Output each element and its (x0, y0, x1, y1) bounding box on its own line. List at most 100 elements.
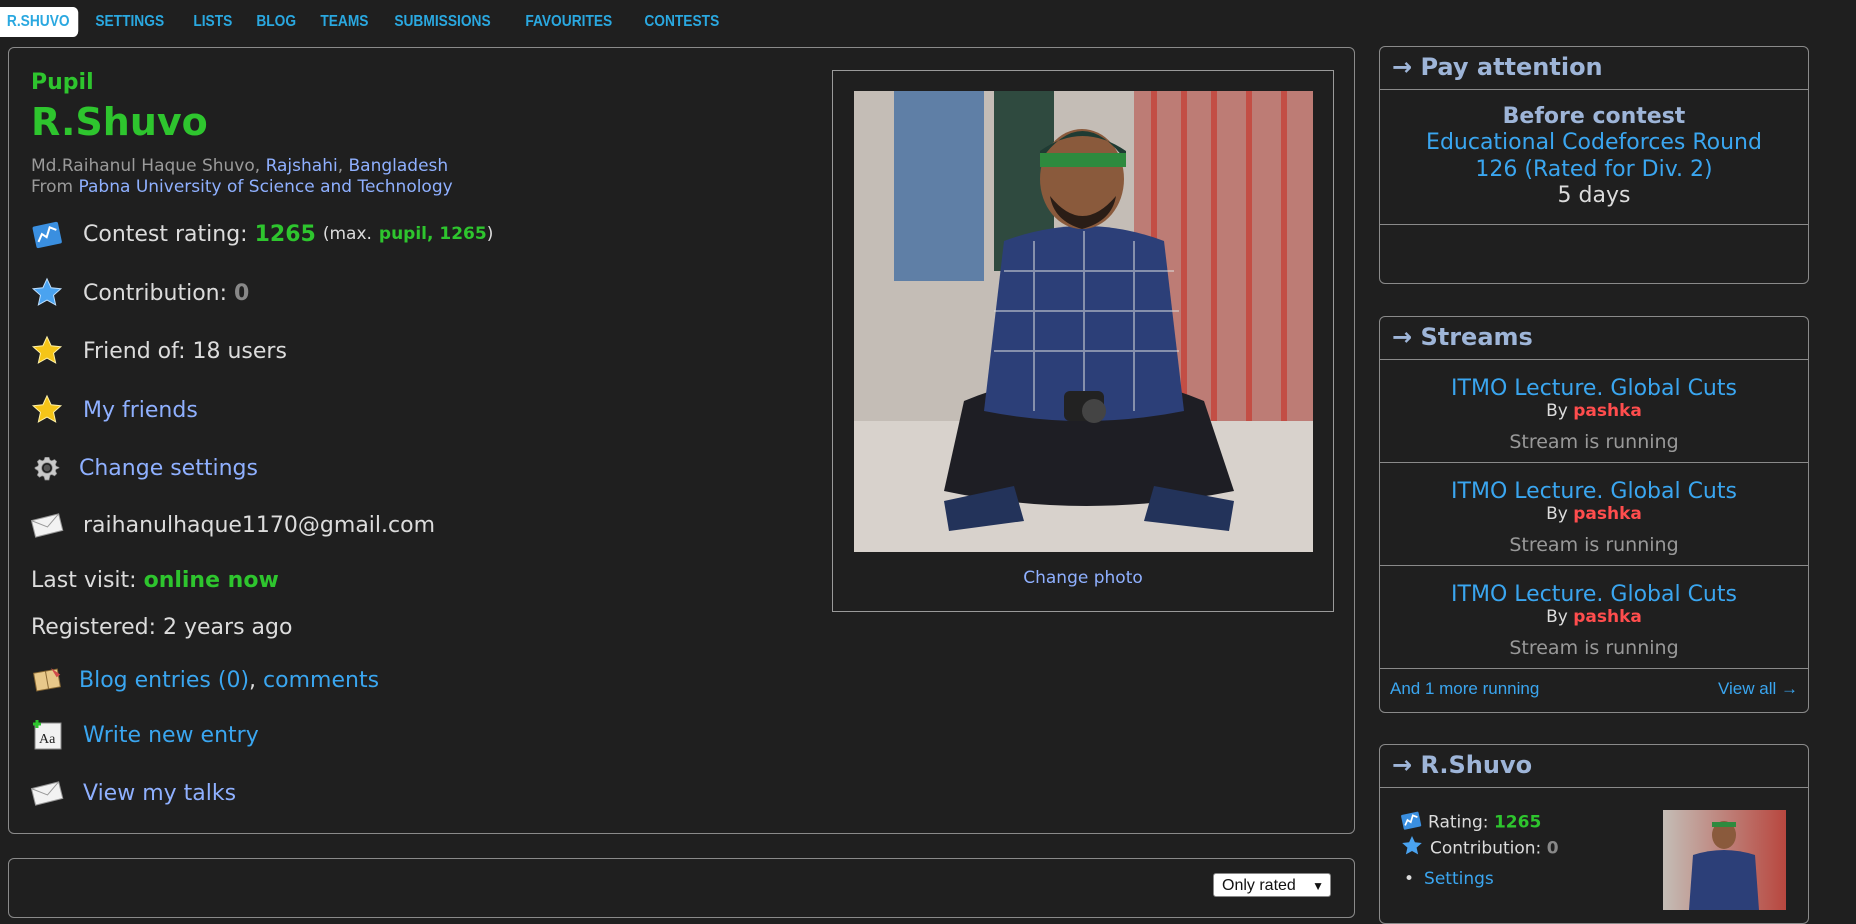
stream-by: By pashka (1380, 504, 1808, 524)
tab-lists[interactable]: LISTS (183, 7, 243, 37)
write-entry-row[interactable]: Aa Write new entry (29, 717, 259, 753)
my-friends-link[interactable]: My friends (83, 398, 198, 423)
tab-profile[interactable]: R.SHUVO (0, 7, 79, 37)
streams-footer: And 1 more running View all → (1380, 669, 1808, 713)
organization-link[interactable]: Pabna University of Science and Technolo… (79, 177, 453, 197)
contribution-row: Contribution: 0 (29, 275, 249, 311)
change-settings-link[interactable]: Change settings (79, 456, 258, 481)
tab-settings[interactable]: SETTINGS (85, 7, 174, 37)
chevron-down-icon: ▼ (1312, 879, 1324, 893)
contribution-value: 0 (234, 280, 250, 306)
rating-history-box: Only rated ▼ (8, 858, 1355, 918)
blog-entries-link[interactable]: Blog entries (0) (79, 668, 249, 693)
rating-filter-value: Only rated (1222, 877, 1296, 894)
change-settings-row[interactable]: Change settings (29, 450, 258, 486)
last-visit-value: online now (143, 568, 279, 593)
user-summary-contribution: Contribution: 0 (1400, 834, 1559, 863)
stream-title-link[interactable]: ITMO Lecture. Global Cuts (1380, 376, 1808, 401)
blue-star-icon (1400, 834, 1424, 863)
stream-item: ITMO Lecture. Global Cuts By pashka Stre… (1380, 566, 1808, 669)
user-rank: Pupil (31, 70, 94, 95)
stream-item: ITMO Lecture. Global Cuts By pashka Stre… (1380, 463, 1808, 566)
stream-author-link[interactable]: pashka (1573, 504, 1642, 524)
rating-chart-icon (29, 216, 65, 252)
profile-box: Pupil R.Shuvo Md.Raihanul Haque Shuvo, R… (8, 47, 1355, 834)
rating-filter-select[interactable]: Only rated ▼ (1213, 873, 1331, 897)
registered-text: Registered: 2 years ago (31, 615, 293, 640)
before-contest-label: Before contest (1502, 104, 1686, 129)
last-visit-label: Last visit: (31, 568, 137, 593)
tab-blog[interactable]: BLOG (246, 7, 306, 37)
user-summary-menu: • Settings (1404, 869, 1494, 889)
write-entry-link[interactable]: Write new entry (83, 723, 259, 748)
tab-teams[interactable]: TEAMS (310, 7, 379, 37)
blog-book-icon (29, 662, 65, 698)
email-text: raihanulhaque1170@gmail.com (83, 512, 435, 538)
stream-title-link[interactable]: ITMO Lecture. Global Cuts (1380, 479, 1808, 504)
more-streams-link[interactable]: And 1 more running (1390, 679, 1539, 699)
contest-link[interactable]: Educational Codeforces Round 126 (Rated … (1380, 129, 1808, 183)
stream-status: Stream is running (1509, 534, 1679, 556)
stream-by-label: By (1546, 607, 1568, 627)
stream-item: ITMO Lecture. Global Cuts By pashka Stre… (1380, 360, 1808, 463)
tab-favourites[interactable]: FAVOURITES (515, 7, 623, 37)
bullet-icon: • (1404, 869, 1415, 889)
user-summary-rating-value: 1265 (1493, 812, 1542, 833)
friend-of-row: Friend of: 18 users (29, 333, 287, 369)
streams-box: → Streams ITMO Lecture. Global Cuts By p… (1379, 316, 1809, 713)
from-label: From (31, 177, 74, 197)
user-summary-avatar[interactable] (1663, 810, 1786, 910)
stream-title-link[interactable]: ITMO Lecture. Global Cuts (1380, 582, 1808, 607)
stream-by-label: By (1546, 401, 1568, 421)
blue-star-icon (29, 275, 65, 311)
user-summary-rating: Rating: 1265 (1400, 809, 1541, 836)
gold-star-icon (29, 333, 65, 369)
last-visit-row: Last visit: online now (31, 568, 279, 593)
profile-nav-tabs: R.SHUVO SETTINGS LISTS BLOG TEAMS SUBMIS… (0, 6, 739, 38)
tab-submissions[interactable]: SUBMISSIONS (384, 7, 501, 37)
user-summary-box: → R.Shuvo Rating: 1265 Contribution: 0 •… (1379, 744, 1809, 924)
svg-text:Aa: Aa (39, 732, 56, 747)
city-link[interactable]: Rajshahi (266, 156, 338, 176)
user-summary-title: → R.Shuvo (1380, 745, 1808, 788)
stream-author-link[interactable]: pashka (1573, 607, 1642, 627)
view-talks-row[interactable]: View my talks (29, 775, 236, 811)
contest-rating-label: Contest rating: (83, 221, 248, 247)
user-summary-settings-link[interactable]: Settings (1424, 869, 1494, 889)
stream-author-link[interactable]: pashka (1573, 401, 1642, 421)
gear-icon (29, 450, 65, 486)
view-all-streams-link[interactable]: View all → (1718, 679, 1798, 699)
tab-contests[interactable]: CONTESTS (634, 7, 730, 37)
user-summary-contribution-label: Contribution: (1430, 838, 1542, 859)
contest-countdown: 5 days (1557, 183, 1631, 208)
avatar-frame: Change photo (832, 70, 1334, 612)
change-photo-link[interactable]: Change photo (833, 568, 1333, 588)
contest-notice: Before contest Educational Codeforces Ro… (1380, 90, 1808, 225)
user-handle: R.Shuvo (31, 100, 208, 144)
email-row: raihanulhaque1170@gmail.com (29, 507, 435, 543)
contest-rating-value: 1265 (254, 221, 316, 247)
new-entry-icon: Aa (29, 717, 65, 753)
envelope-icon (29, 507, 65, 543)
avatar (854, 91, 1313, 552)
stream-by: By pashka (1380, 607, 1808, 627)
pay-attention-box: → Pay attention Before contest Education… (1379, 46, 1809, 284)
country-link[interactable]: Bangladesh (349, 156, 449, 176)
max-suffix: ) (486, 224, 494, 244)
stream-by-label: By (1546, 504, 1568, 524)
user-full-name: Md.Raihanul Haque Shuvo (31, 156, 255, 176)
max-rank: pupil, 1265 (378, 224, 487, 244)
user-meta: Md.Raihanul Haque Shuvo, Rajshahi, Bangl… (31, 156, 453, 197)
friend-of-text: Friend of: 18 users (83, 338, 287, 364)
max-prefix: (max. (322, 224, 372, 244)
contest-rating-row: Contest rating: 1265 (max. pupil, 1265 ) (29, 216, 493, 252)
rating-chart-icon (1400, 809, 1422, 836)
my-friends-row[interactable]: My friends (29, 392, 198, 428)
streams-title: → Streams (1380, 317, 1808, 360)
user-summary-rating-label: Rating: (1428, 812, 1489, 833)
comments-link[interactable]: comments (263, 668, 379, 693)
contribution-label: Contribution: (83, 280, 228, 306)
view-talks-link[interactable]: View my talks (83, 781, 236, 806)
pay-attention-title: → Pay attention (1380, 47, 1808, 90)
stream-by: By pashka (1380, 401, 1808, 421)
